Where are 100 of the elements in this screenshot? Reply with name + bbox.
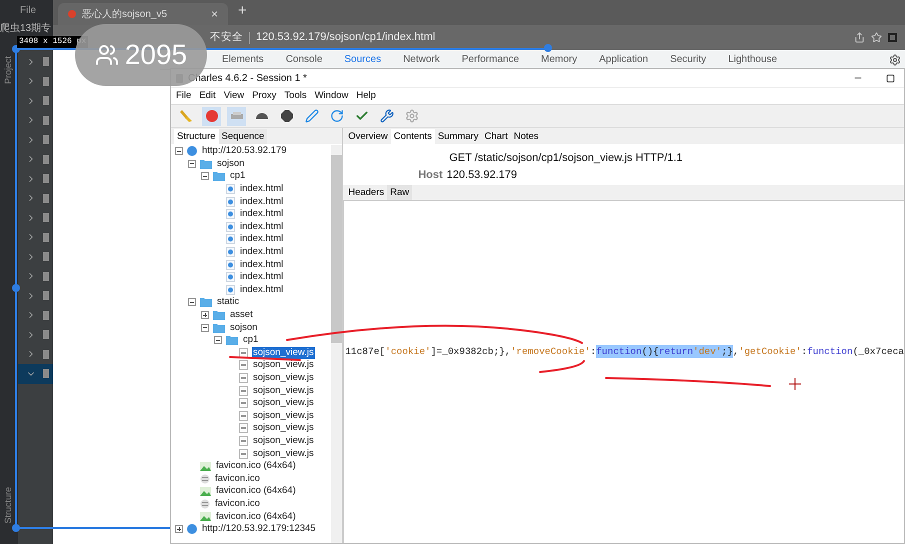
tree-item[interactable]: index.html	[239, 246, 284, 258]
tree-item[interactable]: sojson_view.js	[252, 384, 315, 397]
collapse-toggle[interactable]	[201, 172, 209, 180]
folder-icon	[43, 57, 49, 66]
tree-item[interactable]: favicon.ico (64x64)	[215, 460, 297, 472]
folder-icon	[213, 171, 225, 182]
settings-icon[interactable]	[889, 54, 901, 66]
project-tree-row[interactable]	[18, 364, 53, 384]
bookmark-star-icon[interactable]	[871, 32, 882, 43]
collapse-toggle[interactable]	[175, 147, 183, 156]
side-tab[interactable]: Project	[2, 56, 16, 84]
collapse-toggle[interactable]	[201, 324, 209, 332]
code-token: (){	[642, 345, 659, 358]
panel-tab[interactable]: Chart	[481, 129, 511, 144]
tree-item[interactable]: favicon.ico (64x64)	[215, 510, 297, 523]
tree-item[interactable]: http://120.53.92.179:12345	[201, 523, 317, 536]
menu-item[interactable]: File	[176, 88, 192, 104]
collapse-toggle[interactable]	[188, 160, 196, 168]
address-field[interactable]: 120.53.92.179/sojson/cp1/index.html	[256, 29, 848, 46]
tree-item[interactable]: sojson	[229, 322, 258, 334]
devtools-tab[interactable]: Security	[670, 52, 706, 67]
menu-item[interactable]: View	[224, 88, 244, 104]
expand-toggle[interactable]	[201, 311, 209, 320]
menu-item[interactable]: Help	[356, 88, 376, 104]
devtools-tab[interactable]: Performance	[462, 52, 520, 67]
new-tab-button[interactable]: +	[238, 0, 247, 22]
js-file-icon	[239, 436, 248, 446]
menu-item[interactable]: Tools	[284, 88, 307, 104]
window-title: Charles 4.6.2 - Session 1 *	[188, 72, 308, 86]
tree-item[interactable]: cp1	[229, 170, 246, 182]
browser-tab[interactable]: 恶心人的sojson_v5 ×	[58, 3, 228, 25]
devtools-tab[interactable]: Application	[599, 52, 648, 67]
collapse-toggle[interactable]	[188, 298, 196, 306]
devtools-tab[interactable]: Elements	[222, 52, 264, 67]
tree-item[interactable]: index.html	[239, 183, 284, 196]
panel-tab[interactable]: Sequence	[218, 129, 268, 144]
maximize-icon[interactable]	[886, 74, 895, 82]
share-icon[interactable]	[854, 32, 865, 43]
tree-item[interactable]: sojson_view.js	[252, 448, 315, 460]
tree-item[interactable]: sojson_view.js	[252, 372, 315, 384]
js-file-icon	[239, 386, 248, 396]
pen-icon	[304, 109, 318, 123]
folder-icon	[43, 252, 49, 262]
scrollbar[interactable]	[331, 145, 342, 543]
tree-item[interactable]: index.html	[239, 284, 284, 296]
folder-icon	[43, 369, 49, 378]
tree-item[interactable]: index.html	[239, 196, 284, 208]
tree-item[interactable]: sojson_view.js	[252, 410, 315, 422]
devtools-tab[interactable]: Sources	[344, 52, 382, 67]
folder-icon	[213, 322, 225, 333]
tree-item[interactable]: favicon.ico	[214, 472, 261, 485]
tree-item[interactable]: index.html	[239, 220, 284, 233]
panel-tab[interactable]: Overview	[345, 129, 391, 144]
panel-tab[interactable]: Notes	[510, 129, 542, 144]
tree-item[interactable]: index.html	[239, 271, 284, 284]
tree-item[interactable]: index.html	[239, 233, 284, 246]
security-label[interactable]: 不安全	[210, 30, 243, 46]
annotation-stroke	[229, 356, 301, 361]
tree-item[interactable]: sojson_view.js	[252, 359, 315, 372]
panel-tab[interactable]: Structure	[174, 129, 219, 144]
tab-close-button[interactable]: ×	[210, 5, 218, 23]
expand-toggle[interactable]	[175, 525, 183, 534]
code-token: 11c87e[	[345, 345, 386, 358]
tree-item[interactable]: sojson_view.js	[252, 422, 315, 434]
code-token: ]=_0x9382cb;},	[430, 345, 511, 358]
side-tab[interactable]: Structure	[2, 487, 16, 524]
tree-item[interactable]: static	[216, 296, 240, 308]
menu-item[interactable]: Proxy	[252, 88, 276, 104]
devtools-tab[interactable]: Network	[403, 52, 440, 67]
code-token: ;}	[722, 345, 733, 358]
toolbar-button[interactable]	[202, 106, 221, 126]
folder-icon	[213, 310, 225, 320]
tree-item[interactable]: asset	[229, 309, 254, 322]
panel-tab[interactable]: Raw	[387, 185, 412, 200]
html-file-icon	[226, 247, 235, 258]
host-label: Host	[418, 168, 443, 182]
tree-item[interactable]: http://120.53.92.179	[201, 145, 288, 158]
tree-item[interactable]: favicon.ico	[214, 498, 261, 510]
html-file-icon	[226, 196, 235, 207]
collapse-toggle[interactable]	[214, 336, 222, 344]
tree-item[interactable]: index.html	[239, 208, 284, 220]
tree-item[interactable]: sojson_view.js	[252, 397, 315, 410]
image-icon	[200, 512, 211, 522]
folder-icon	[43, 174, 49, 184]
sidebar-icon[interactable]	[888, 33, 897, 42]
menu-item[interactable]: Edit	[199, 88, 216, 104]
panel-tab[interactable]: Contents	[390, 129, 435, 144]
tree-item[interactable]: index.html	[239, 258, 284, 271]
tree-item[interactable]: sojson	[216, 158, 246, 170]
tree-item[interactable]: favicon.ico (64x64)	[215, 485, 297, 498]
tree-item[interactable]: cp1	[242, 334, 260, 346]
devtools-tab[interactable]: Memory	[541, 52, 578, 67]
menu-item[interactable]: Window	[314, 88, 348, 104]
devtools-tab[interactable]: Console	[286, 52, 322, 67]
code-token: 'getCookie'	[738, 345, 802, 358]
tree-item[interactable]: sojson_view.js	[252, 346, 315, 359]
devtools-tab[interactable]: Lighthouse	[728, 52, 778, 67]
folder-icon	[43, 350, 49, 359]
panel-tab[interactable]: Summary	[434, 129, 482, 144]
tree-item[interactable]: sojson_view.js	[252, 434, 315, 447]
